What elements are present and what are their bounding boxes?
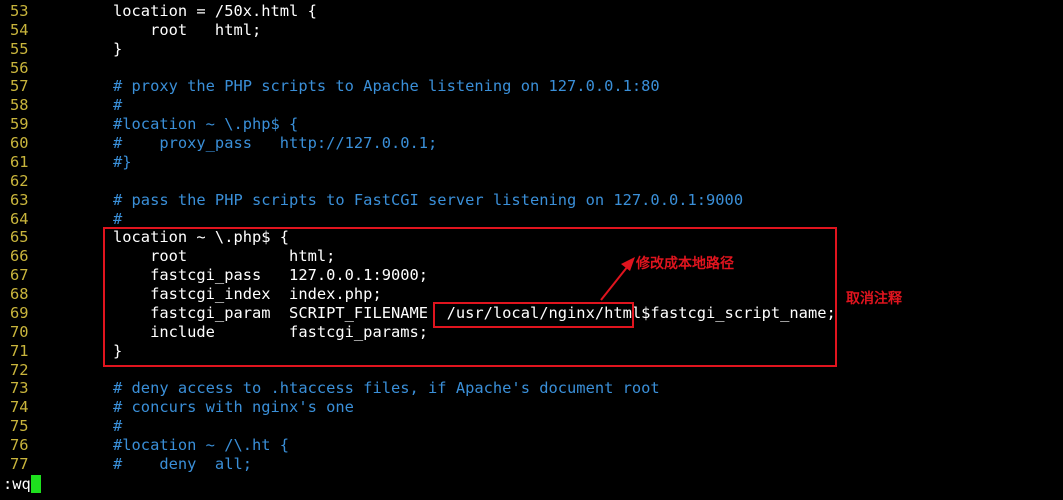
path-note: 修改成本地路径 <box>636 256 734 272</box>
uncomment-note: 取消注释 <box>846 291 902 307</box>
command-text: :wq <box>3 475 31 493</box>
annotation-arrow <box>600 257 635 301</box>
command-line[interactable]: :wq <box>3 475 41 494</box>
cursor <box>30 475 41 493</box>
